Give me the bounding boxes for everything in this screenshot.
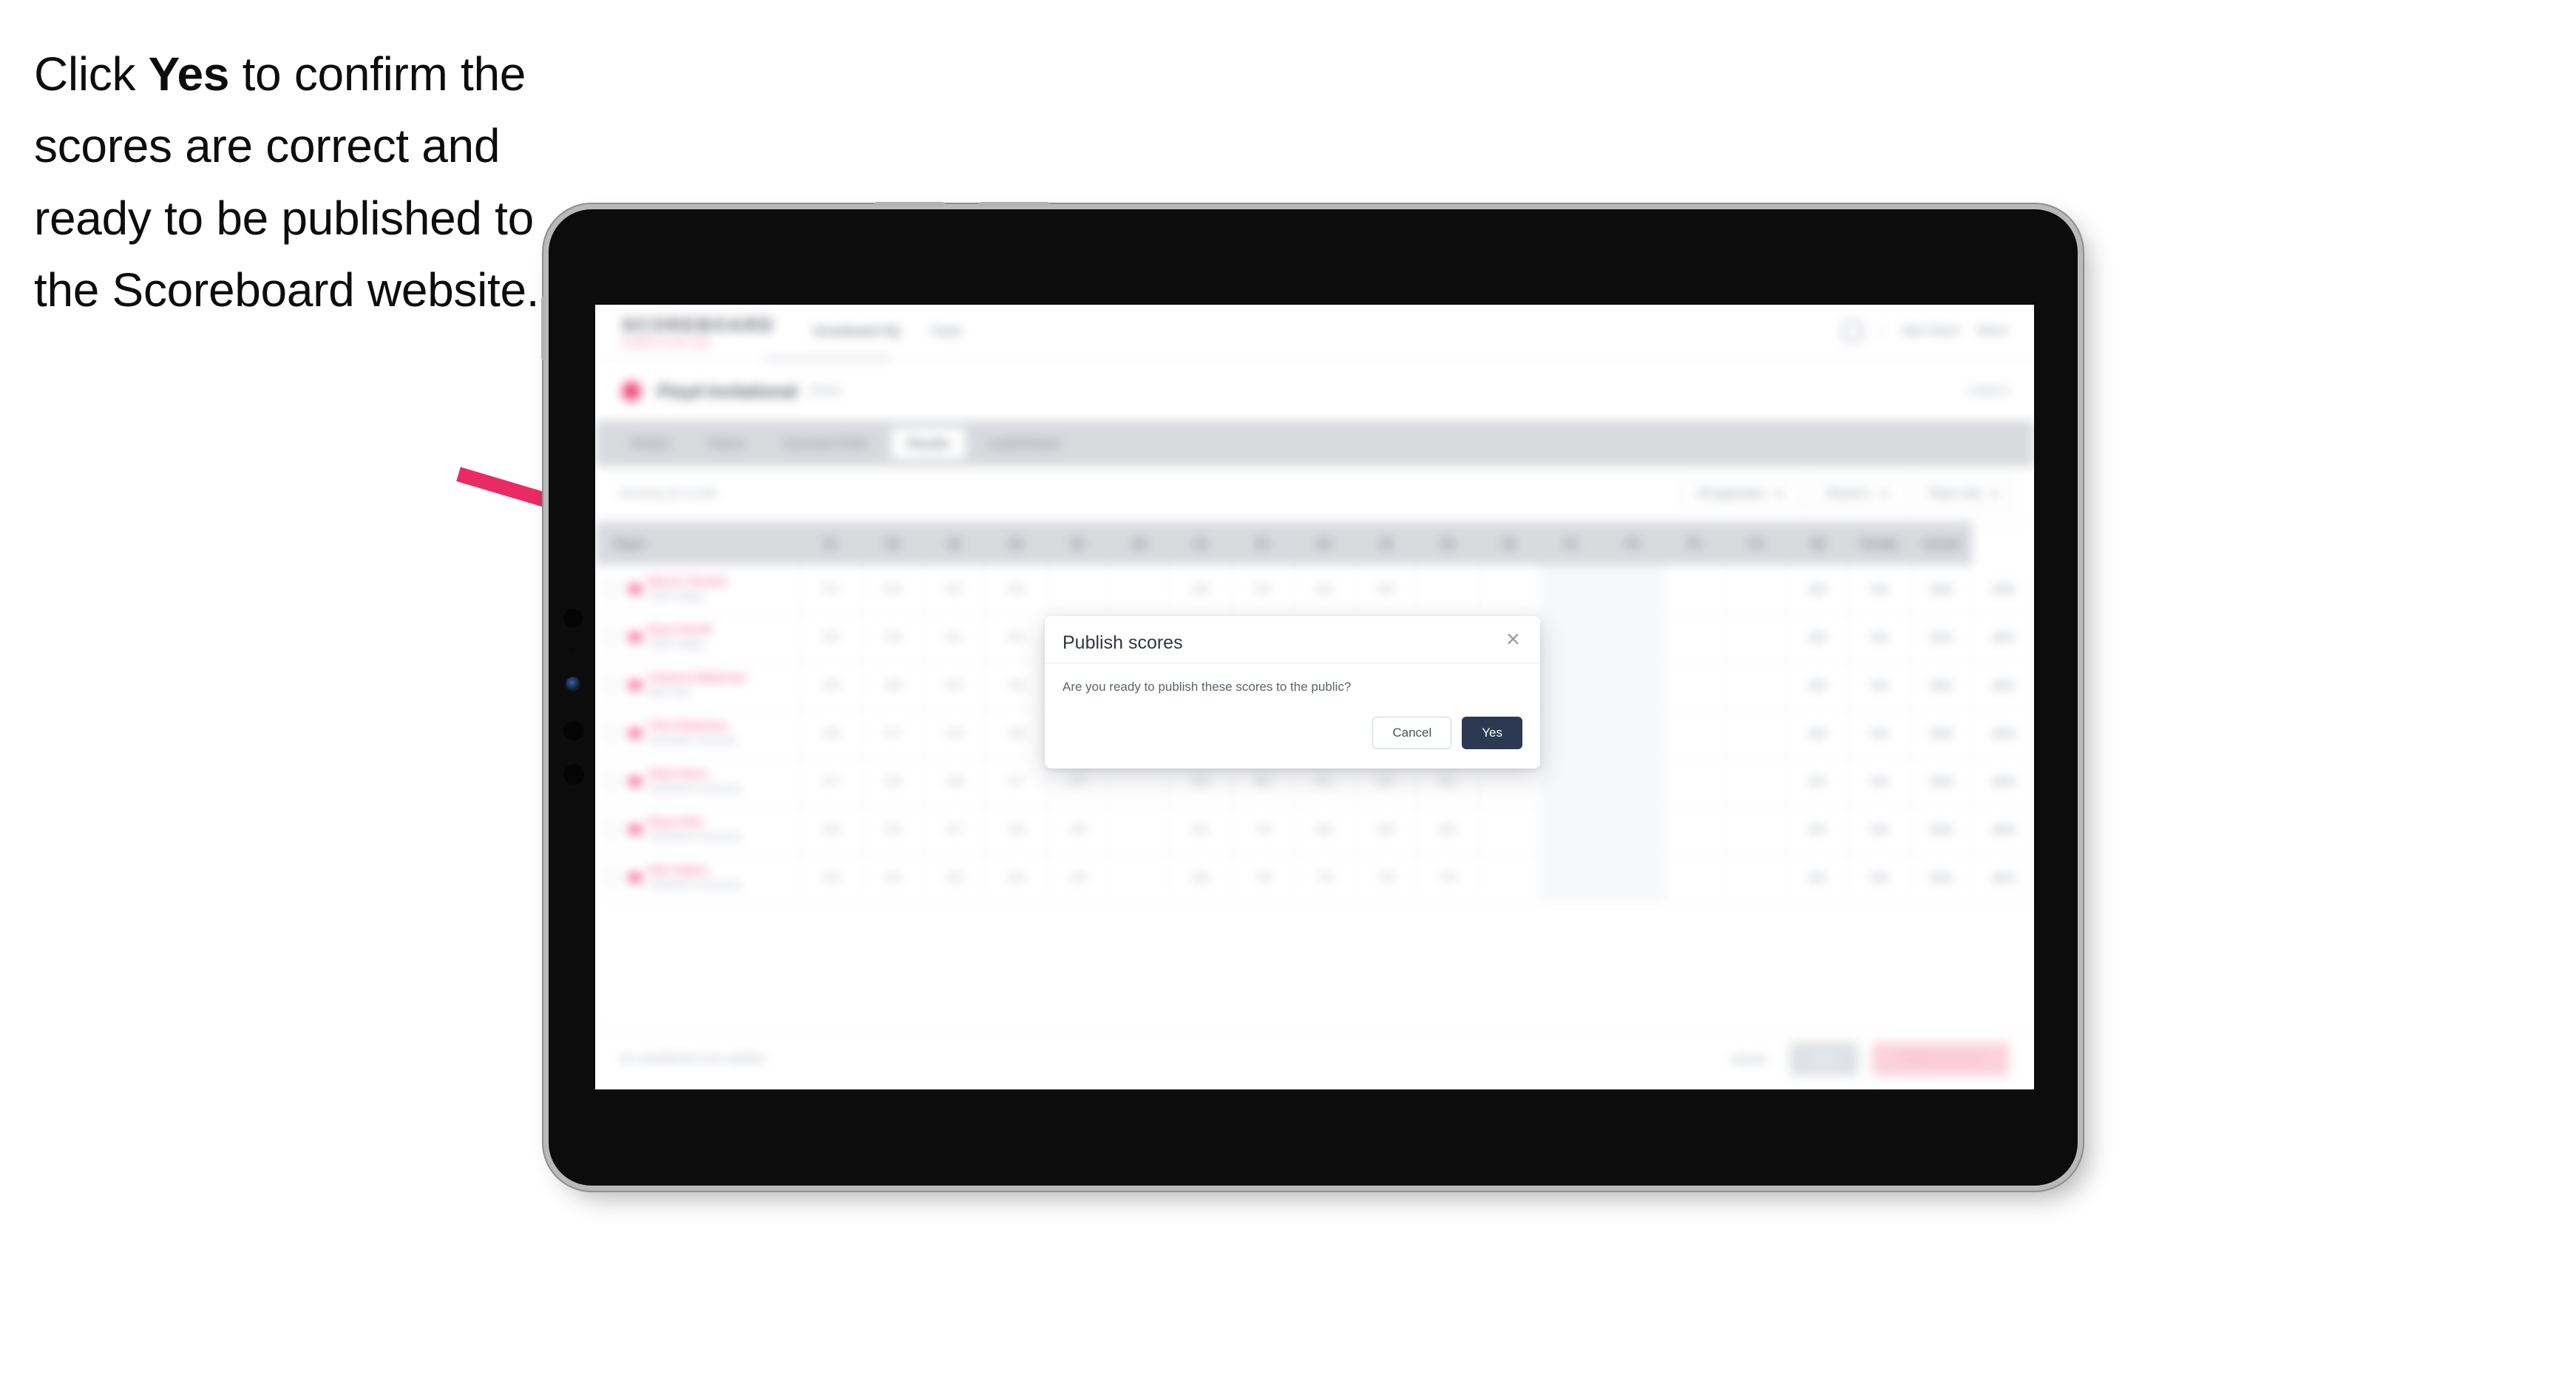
dialog-header: Publish scores ✕: [1045, 616, 1540, 663]
dialog-message: Are you ready to publish these scores to…: [1062, 680, 1352, 694]
face-id-sensor-icon: [566, 677, 580, 692]
tablet-screen: SCOREBOARD COMPETITION HUB Scoreboard HQ…: [595, 305, 2034, 1089]
camera-sensor-cluster: [562, 609, 587, 823]
ambient-sensor-icon: [570, 647, 575, 652]
close-icon[interactable]: ✕: [1504, 629, 1522, 651]
ir-emitter-icon: [563, 721, 584, 740]
volume-up-button[interactable]: [874, 202, 945, 206]
dialog-footer: Cancel Yes: [1045, 697, 1540, 768]
dialog-title: Publish scores: [1062, 632, 1183, 653]
tablet-device: SCOREBOARD COMPETITION HUB Scoreboard HQ…: [541, 202, 2078, 1186]
cancel-button[interactable]: Cancel: [1372, 717, 1452, 749]
volume-down-button[interactable]: [979, 202, 1050, 206]
yes-button[interactable]: Yes: [1462, 717, 1522, 749]
publish-scores-dialog: Publish scores ✕ Are you ready to publis…: [1045, 616, 1540, 768]
instruction-text-part1: Click: [34, 47, 149, 101]
instruction-emphasis: Yes: [148, 47, 230, 101]
instruction-callout: Click Yes to confirm the scores are corr…: [34, 38, 581, 326]
front-camera-icon: [563, 609, 583, 628]
dot-projector-icon: [563, 764, 584, 785]
power-button[interactable]: [541, 297, 545, 360]
